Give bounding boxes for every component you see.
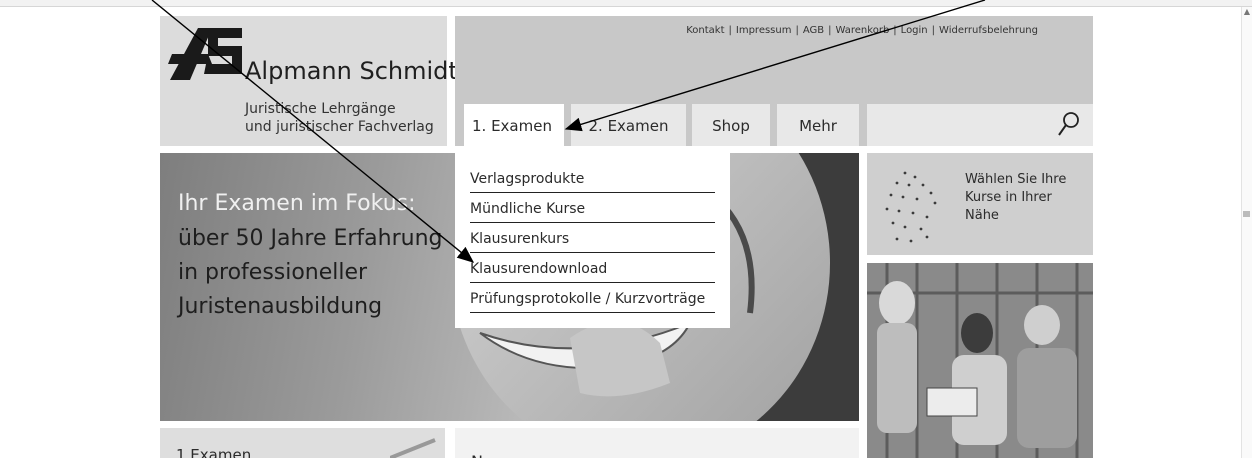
logo-name: Alpmann Schmidt — [245, 57, 458, 85]
link-separator: | — [795, 25, 799, 36]
search-input[interactable] — [867, 104, 1093, 146]
tab-shop[interactable]: Shop — [692, 104, 770, 146]
as-logo-icon — [168, 28, 242, 80]
hero-line-3: Juristenausbildung — [178, 294, 383, 319]
germany-map-icon — [885, 171, 937, 243]
menu-item-pruefungsprotokolle[interactable]: Prüfungsprotokolle / Kurzvorträge — [470, 283, 715, 313]
logo-tagline-line2: und juristischer Fachverlag — [245, 119, 434, 135]
teaser-1-examen-label: 1 Examen — [176, 446, 252, 458]
link-separator: | — [893, 25, 897, 36]
tab-mehr[interactable]: Mehr — [777, 104, 859, 146]
pencil-icon — [390, 438, 436, 458]
teaser-news[interactable]: N — [455, 428, 859, 458]
logo-tagline-line1: Juristische Lehrgänge — [245, 101, 396, 117]
search-icon[interactable] — [1057, 110, 1081, 138]
link-separator: | — [728, 25, 732, 36]
course-finder-box[interactable]: Wählen Sie Ihre Kurse in Ihrer Nähe — [867, 153, 1093, 255]
link-login[interactable]: Login — [901, 25, 928, 36]
vertical-scrollbar[interactable]: ▲ — [1241, 7, 1252, 458]
menu-item-muendliche-kurse[interactable]: Mündliche Kurse — [470, 193, 715, 223]
hero-line-1: über 50 Jahre Erfahrung — [178, 226, 443, 251]
menu-item-klausurenkurs[interactable]: Klausurenkurs — [470, 223, 715, 253]
menu-item-verlagsprodukte[interactable]: Verlagsprodukte — [470, 163, 715, 193]
course-finder-text: Wählen Sie Ihre Kurse in Ihrer Nähe — [965, 172, 1067, 223]
students-photo-illustration — [867, 263, 1093, 458]
link-separator: | — [828, 25, 832, 36]
hero-title: Ihr Examen im Fokus: — [178, 191, 416, 216]
teaser-news-label: N — [471, 452, 483, 458]
link-impressum[interactable]: Impressum — [736, 25, 792, 36]
hero-line-2: in professioneller — [178, 260, 368, 285]
scroll-up-arrow-icon[interactable]: ▲ — [1243, 7, 1251, 17]
students-photo[interactable] — [867, 263, 1093, 458]
browser-top-bar — [0, 0, 1252, 7]
tab-1-examen[interactable]: 1. Examen — [464, 104, 564, 146]
link-agb[interactable]: AGB — [803, 25, 824, 36]
scroll-thumb[interactable] — [1243, 211, 1250, 217]
examen-dropdown-menu: Verlagsprodukte Mündliche Kurse Klausure… — [455, 153, 730, 328]
link-widerrufsbelehrung[interactable]: Widerrufsbelehrung — [939, 25, 1038, 36]
logo-area[interactable]: Alpmann Schmidt Juristische Lehrgänge un… — [160, 16, 458, 146]
link-kontakt[interactable]: Kontakt — [686, 25, 724, 36]
menu-item-klausurendownload[interactable]: Klausurendownload — [470, 253, 715, 283]
link-warenkorb[interactable]: Warenkorb — [836, 25, 890, 36]
utility-links: Kontakt | Impressum | AGB | Warenkorb | Login | Wi… — [686, 25, 1038, 36]
teaser-1-examen[interactable]: 1 Examen — [160, 428, 445, 458]
link-separator: | — [931, 25, 936, 36]
tab-2-examen[interactable]: 2. Examen — [571, 104, 686, 146]
